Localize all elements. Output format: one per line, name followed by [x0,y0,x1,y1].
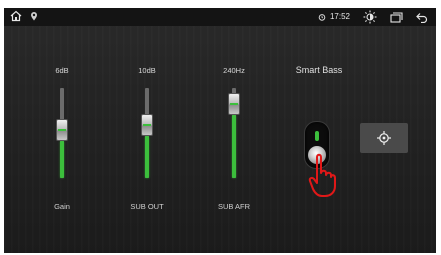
back-icon[interactable] [416,12,428,23]
sub-afr-value-label: 240Hz [223,66,245,75]
home-icon[interactable] [10,10,22,22]
gain-value-label: 6dB [55,66,69,75]
sub-out-label: SUB OUT [130,202,164,211]
audio-settings-panel: 17:52 6dB Gain 10dB SUB OUT 240Hz SUB AF… [4,8,436,253]
sub-afr-label: SUB AFR [217,202,251,211]
windows-icon[interactable] [390,11,403,23]
location-pin-icon [30,11,38,21]
status-time: 17:52 [329,12,350,21]
gain-slider-fill [60,141,64,178]
gain-slider[interactable] [56,88,68,178]
sub-afr-slider-fill [232,115,236,178]
sub-afr-slider-handle[interactable] [228,93,240,115]
brightness-icon[interactable] [363,10,377,24]
screen: 17:52 6dB Gain 10dB SUB OUT 240Hz SUB AF… [0,0,441,255]
gain-label: Gain [54,202,70,211]
toggle-on-indicator [315,131,319,141]
crosshair-icon [377,131,391,145]
status-bar: 17:52 [4,8,436,26]
pointing-hand-annotation [308,153,336,197]
sub-out-slider-handle[interactable] [141,114,153,136]
smart-bass-title: Smart Bass [295,65,343,75]
sub-out-slider[interactable] [141,88,153,178]
sub-out-value-label: 10dB [138,66,156,75]
smart-bass-target-button[interactable] [360,123,408,153]
sub-out-slider-fill [145,136,149,178]
sub-afr-slider[interactable] [228,88,240,178]
alarm-icon [318,13,326,21]
gain-slider-handle[interactable] [56,119,68,141]
